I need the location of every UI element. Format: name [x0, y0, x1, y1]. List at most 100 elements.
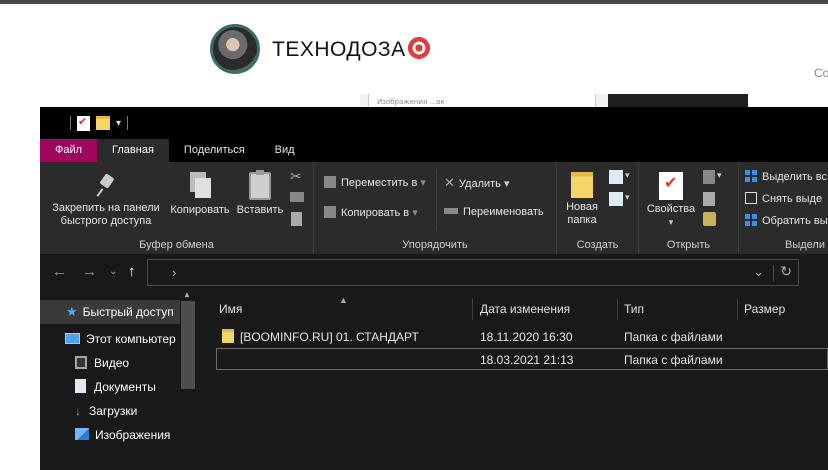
title-separator [70, 116, 71, 130]
select-all-button[interactable]: Выделить вс [745, 170, 827, 184]
navigation-pane: ▲ ★ Быстрый доступ Этот компьютер Видео Д… [40, 290, 200, 470]
channel-name[interactable]: ТЕХНОДОЗА [272, 36, 430, 62]
paste-button[interactable]: Вставить [234, 170, 286, 217]
background-window: Изображения ...ок [360, 94, 748, 108]
organize-group-label: Упорядочить [402, 239, 468, 251]
title-bar: ▾ [40, 107, 828, 139]
tab-share[interactable]: Поделиться [169, 139, 260, 162]
chevron-down-icon: ▾ [717, 170, 722, 180]
chevron-down-icon: ▾ [503, 178, 510, 190]
sidebar-item-pictures[interactable]: Изображения [75, 423, 170, 447]
sidebar-item-videos[interactable]: Видео [75, 351, 129, 375]
chevron-down-icon[interactable]: ⌄ [753, 264, 764, 280]
recent-locations-icon[interactable]: ⌄ [109, 266, 117, 277]
video-icon [75, 356, 87, 369]
move-to-button[interactable]: Переместить в ▾ [324, 176, 426, 190]
background-window-dark-panel [608, 94, 748, 108]
chevron-down-icon: ▾ [625, 170, 630, 180]
new-item-icon[interactable] [609, 170, 623, 184]
sidebar-item-quick-access[interactable]: ★ Быстрый доступ [40, 300, 180, 324]
download-icon: ↓ [75, 404, 81, 418]
ribbon: Закрепить на панели быстрого доступа Коп… [40, 162, 828, 254]
delete-button[interactable]: ✕ Удалить ▾ [444, 176, 510, 191]
new-folder-quick-icon[interactable] [96, 116, 110, 130]
sidebar-item-downloads[interactable]: ↓ Загрузки [75, 399, 137, 423]
edit-icon[interactable] [703, 192, 715, 206]
properties-quick-icon[interactable] [77, 115, 90, 131]
star-icon: ★ [66, 304, 78, 319]
folder-icon [222, 329, 234, 343]
rename-button[interactable]: Переименовать [444, 206, 544, 219]
pin-quick-access-button[interactable]: Закрепить на панели быстрого доступа [46, 172, 166, 228]
address-bar-row: ← → ⌄ ↑ › ⌄ ↻ [40, 254, 828, 291]
column-separator[interactable] [617, 298, 618, 320]
open-icon[interactable] [703, 170, 715, 184]
table-row[interactable]: 18.03.2021 21:13 Папка с файлами [216, 348, 828, 370]
select-group: Выделить вс Снять выде Обратить вы Выдел… [739, 162, 828, 254]
copy-to-button[interactable]: Копировать в ▾ [324, 206, 418, 220]
new-folder-button[interactable]: Новая папка [561, 172, 603, 227]
deselect-button[interactable]: Снять выде [745, 192, 822, 206]
title-separator [127, 116, 129, 130]
tab-view[interactable]: Вид [260, 139, 310, 162]
chevron-down-icon: ▾ [668, 217, 674, 227]
column-header-type[interactable]: Тип [624, 294, 644, 324]
easy-access-icon[interactable] [609, 192, 623, 206]
customize-quick-access-icon[interactable]: ▾ [116, 118, 121, 129]
create-group-label: Создать [576, 239, 619, 251]
column-header-name[interactable]: Имя [219, 294, 242, 324]
organize-separator [436, 170, 437, 230]
clipboard-group: Закрепить на панели быстрого доступа Коп… [40, 162, 314, 254]
column-header-size[interactable]: Размер [744, 294, 785, 324]
file-list: ▲ Имя Дата изменения Тип Размер [BOOMINF… [200, 291, 828, 470]
address-chevron-icon[interactable]: › [172, 265, 176, 280]
rename-icon [444, 208, 458, 214]
copy-button[interactable]: Копировать [166, 172, 234, 217]
forward-arrow-icon[interactable]: → [82, 263, 97, 280]
sidebar-item-documents[interactable]: Документы [75, 375, 156, 399]
paste-icon [249, 170, 271, 200]
file-type-cell: Папка с файлами [624, 330, 723, 344]
delete-icon: ✕ [444, 175, 455, 190]
open-group-label: Открыть [666, 239, 711, 251]
cut-icon[interactable]: ✂ [290, 168, 302, 185]
ribbon-tabs: Файл Главная Поделиться Вид [40, 139, 828, 162]
file-date-cell: 18.03.2021 21:13 [480, 353, 574, 367]
navigation-scrollbar[interactable] [181, 301, 195, 389]
tab-home[interactable]: Главная [97, 139, 169, 162]
column-separator[interactable] [472, 298, 473, 320]
move-to-icon [324, 176, 336, 188]
properties-button[interactable]: Свойства ▾ [645, 172, 697, 229]
chevron-down-icon: ▾ [625, 192, 630, 202]
paste-shortcut-icon[interactable] [291, 212, 302, 226]
file-name-cell: [BOOMINFO.RU] 01. СТАНДАРТ [222, 326, 419, 348]
scroll-up-icon[interactable]: ▲ [183, 290, 191, 299]
column-separator[interactable] [737, 298, 738, 320]
channel-avatar[interactable] [210, 24, 260, 74]
channel-header: ТЕХНОДОЗА [210, 24, 430, 74]
create-group: Новая папка ▾ ▾ Создать [557, 162, 639, 254]
back-arrow-icon[interactable]: ← [52, 263, 67, 280]
properties-icon [659, 172, 683, 200]
target-emoji-icon [407, 36, 430, 59]
up-arrow-icon[interactable]: ↑ [128, 263, 136, 280]
history-icon[interactable] [703, 212, 716, 226]
address-separator [773, 265, 774, 281]
file-type-cell: Папка с файлами [624, 353, 723, 367]
tab-file[interactable]: Файл [40, 139, 98, 162]
refresh-icon[interactable]: ↻ [780, 263, 792, 280]
copy-path-icon[interactable] [290, 192, 304, 202]
document-icon [75, 379, 86, 393]
clipboard-group-label: Буфер обмена [139, 239, 214, 251]
select-all-icon [745, 170, 757, 182]
pictures-icon [75, 428, 89, 440]
sidebar-item-this-pc[interactable]: Этот компьютер [65, 327, 176, 351]
column-header-date[interactable]: Дата изменения [480, 294, 570, 324]
table-row[interactable]: [BOOMINFO.RU] 01. СТАНДАРТ 18.11.2020 16… [216, 326, 828, 348]
address-field[interactable]: › ⌄ ↻ [147, 259, 799, 286]
column-headers: Имя Дата изменения Тип Размер [200, 294, 828, 324]
invert-selection-button[interactable]: Обратить вы [745, 214, 828, 228]
file-explorer-window: ▾ Файл Главная Поделиться Вид Закрепить … [40, 107, 828, 470]
side-text: Со [814, 66, 828, 80]
copy-icon [188, 172, 212, 200]
